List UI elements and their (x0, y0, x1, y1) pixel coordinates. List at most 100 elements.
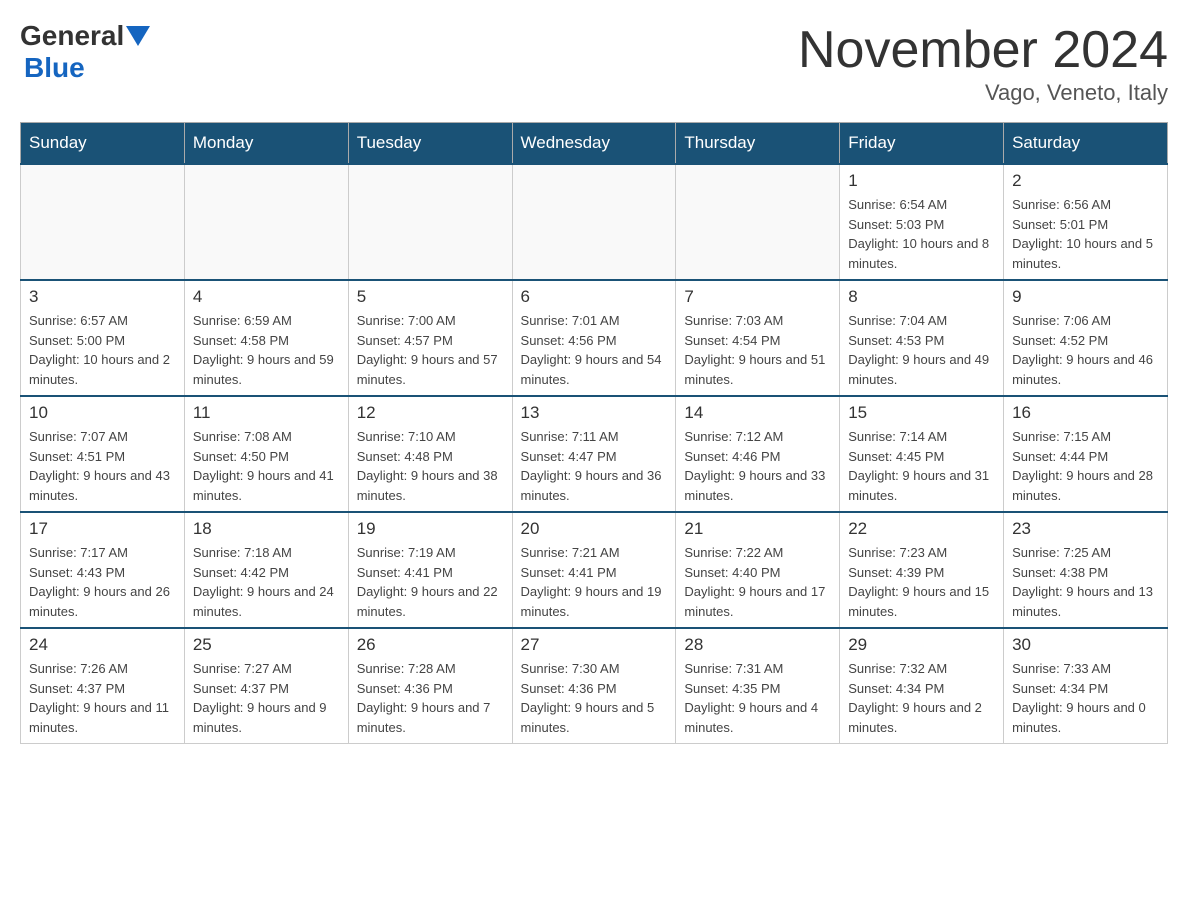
day-info: Sunrise: 7:31 AMSunset: 4:35 PMDaylight:… (684, 659, 831, 737)
logo-triangle-icon (126, 26, 150, 46)
day-number: 28 (684, 635, 831, 655)
day-info: Sunrise: 7:15 AMSunset: 4:44 PMDaylight:… (1012, 427, 1159, 505)
calendar-cell (21, 164, 185, 280)
weekday-header-wednesday: Wednesday (512, 123, 676, 165)
calendar-cell: 11 Sunrise: 7:08 AMSunset: 4:50 PMDayligh… (184, 396, 348, 512)
day-info: Sunrise: 7:26 AMSunset: 4:37 PMDaylight:… (29, 659, 176, 737)
day-info: Sunrise: 7:12 AMSunset: 4:46 PMDaylight:… (684, 427, 831, 505)
calendar-cell: 1 Sunrise: 6:54 AMSunset: 5:03 PMDaylight… (840, 164, 1004, 280)
day-info: Sunrise: 6:54 AMSunset: 5:03 PMDaylight:… (848, 195, 995, 273)
day-info: Sunrise: 7:28 AMSunset: 4:36 PMDaylight:… (357, 659, 504, 737)
day-info: Sunrise: 7:06 AMSunset: 4:52 PMDaylight:… (1012, 311, 1159, 389)
calendar-table: SundayMondayTuesdayWednesdayThursdayFrid… (20, 122, 1168, 744)
calendar-cell: 30 Sunrise: 7:33 AMSunset: 4:34 PMDayligh… (1004, 628, 1168, 744)
day-number: 20 (521, 519, 668, 539)
calendar-cell: 6 Sunrise: 7:01 AMSunset: 4:56 PMDaylight… (512, 280, 676, 396)
day-number: 30 (1012, 635, 1159, 655)
month-title: November 2024 (798, 20, 1168, 80)
day-info: Sunrise: 7:00 AMSunset: 4:57 PMDaylight:… (357, 311, 504, 389)
day-info: Sunrise: 6:56 AMSunset: 5:01 PMDaylight:… (1012, 195, 1159, 273)
calendar-cell: 16 Sunrise: 7:15 AMSunset: 4:44 PMDayligh… (1004, 396, 1168, 512)
day-info: Sunrise: 7:01 AMSunset: 4:56 PMDaylight:… (521, 311, 668, 389)
day-number: 13 (521, 403, 668, 423)
day-info: Sunrise: 7:17 AMSunset: 4:43 PMDaylight:… (29, 543, 176, 621)
day-number: 10 (29, 403, 176, 423)
day-number: 8 (848, 287, 995, 307)
day-number: 24 (29, 635, 176, 655)
day-info: Sunrise: 7:08 AMSunset: 4:50 PMDaylight:… (193, 427, 340, 505)
day-info: Sunrise: 7:14 AMSunset: 4:45 PMDaylight:… (848, 427, 995, 505)
weekday-header-saturday: Saturday (1004, 123, 1168, 165)
calendar-cell (512, 164, 676, 280)
calendar-cell: 3Sunrise: 6:57 AMSunset: 5:00 PMDaylight… (21, 280, 185, 396)
weekday-header-monday: Monday (184, 123, 348, 165)
day-info: Sunrise: 7:23 AMSunset: 4:39 PMDaylight:… (848, 543, 995, 621)
day-number: 23 (1012, 519, 1159, 539)
calendar-cell: 2Sunrise: 6:56 AMSunset: 5:01 PMDaylight… (1004, 164, 1168, 280)
logo-blue: Blue (24, 52, 85, 83)
day-info: Sunrise: 7:32 AMSunset: 4:34 PMDaylight:… (848, 659, 995, 737)
calendar-cell: 15 Sunrise: 7:14 AMSunset: 4:45 PMDayligh… (840, 396, 1004, 512)
weekday-header-sunday: Sunday (21, 123, 185, 165)
weekday-header-row: SundayMondayTuesdayWednesdayThursdayFrid… (21, 123, 1168, 165)
day-info: Sunrise: 7:18 AMSunset: 4:42 PMDaylight:… (193, 543, 340, 621)
day-number: 22 (848, 519, 995, 539)
calendar-cell: 21 Sunrise: 7:22 AMSunset: 4:40 PMDayligh… (676, 512, 840, 628)
calendar-cell: 27Sunrise: 7:30 AMSunset: 4:36 PMDayligh… (512, 628, 676, 744)
day-number: 25 (193, 635, 340, 655)
calendar-cell: 10 Sunrise: 7:07 AMSunset: 4:51 PMDayligh… (21, 396, 185, 512)
day-number: 6 (521, 287, 668, 307)
calendar-cell: 4Sunrise: 6:59 AMSunset: 4:58 PMDaylight… (184, 280, 348, 396)
week-row-5: 24 Sunrise: 7:26 AMSunset: 4:37 PMDayligh… (21, 628, 1168, 744)
day-number: 27 (521, 635, 668, 655)
day-number: 7 (684, 287, 831, 307)
day-info: Sunrise: 7:19 AMSunset: 4:41 PMDaylight:… (357, 543, 504, 621)
week-row-3: 10 Sunrise: 7:07 AMSunset: 4:51 PMDayligh… (21, 396, 1168, 512)
day-info: Sunrise: 7:25 AMSunset: 4:38 PMDaylight:… (1012, 543, 1159, 621)
day-number: 15 (848, 403, 995, 423)
day-number: 29 (848, 635, 995, 655)
day-info: Sunrise: 6:57 AMSunset: 5:00 PMDaylight:… (29, 311, 176, 389)
day-info: Sunrise: 7:03 AMSunset: 4:54 PMDaylight:… (684, 311, 831, 389)
calendar-cell: 19 Sunrise: 7:19 AMSunset: 4:41 PMDayligh… (348, 512, 512, 628)
day-number: 12 (357, 403, 504, 423)
day-info: Sunrise: 7:11 AMSunset: 4:47 PMDaylight:… (521, 427, 668, 505)
calendar-cell (676, 164, 840, 280)
calendar-cell: 8 Sunrise: 7:04 AMSunset: 4:53 PMDaylight… (840, 280, 1004, 396)
weekday-header-friday: Friday (840, 123, 1004, 165)
calendar-cell: 20 Sunrise: 7:21 AMSunset: 4:41 PMDayligh… (512, 512, 676, 628)
calendar-cell: 22 Sunrise: 7:23 AMSunset: 4:39 PMDayligh… (840, 512, 1004, 628)
logo-general: General (20, 20, 124, 52)
calendar-cell: 25Sunrise: 7:27 AMSunset: 4:37 PMDayligh… (184, 628, 348, 744)
week-row-1: 1 Sunrise: 6:54 AMSunset: 5:03 PMDaylight… (21, 164, 1168, 280)
day-number: 26 (357, 635, 504, 655)
location: Vago, Veneto, Italy (798, 80, 1168, 106)
week-row-4: 17Sunrise: 7:17 AMSunset: 4:43 PMDayligh… (21, 512, 1168, 628)
calendar-cell: 24 Sunrise: 7:26 AMSunset: 4:37 PMDayligh… (21, 628, 185, 744)
day-info: Sunrise: 7:33 AMSunset: 4:34 PMDaylight:… (1012, 659, 1159, 737)
calendar-cell: 7 Sunrise: 7:03 AMSunset: 4:54 PMDaylight… (676, 280, 840, 396)
calendar-cell: 28 Sunrise: 7:31 AMSunset: 4:35 PMDayligh… (676, 628, 840, 744)
day-number: 11 (193, 403, 340, 423)
day-number: 4 (193, 287, 340, 307)
day-info: Sunrise: 7:21 AMSunset: 4:41 PMDaylight:… (521, 543, 668, 621)
day-number: 19 (357, 519, 504, 539)
calendar-cell: 5Sunrise: 7:00 AMSunset: 4:57 PMDaylight… (348, 280, 512, 396)
day-number: 9 (1012, 287, 1159, 307)
calendar-cell: 14Sunrise: 7:12 AMSunset: 4:46 PMDayligh… (676, 396, 840, 512)
day-number: 21 (684, 519, 831, 539)
day-number: 16 (1012, 403, 1159, 423)
calendar-cell (348, 164, 512, 280)
weekday-header-tuesday: Tuesday (348, 123, 512, 165)
day-info: Sunrise: 7:10 AMSunset: 4:48 PMDaylight:… (357, 427, 504, 505)
day-number: 1 (848, 171, 995, 191)
calendar-cell: 13 Sunrise: 7:11 AMSunset: 4:47 PMDayligh… (512, 396, 676, 512)
day-info: Sunrise: 7:07 AMSunset: 4:51 PMDaylight:… (29, 427, 176, 505)
calendar-cell (184, 164, 348, 280)
day-number: 18 (193, 519, 340, 539)
weekday-header-thursday: Thursday (676, 123, 840, 165)
day-info: Sunrise: 7:22 AMSunset: 4:40 PMDaylight:… (684, 543, 831, 621)
day-info: Sunrise: 7:04 AMSunset: 4:53 PMDaylight:… (848, 311, 995, 389)
calendar-cell: 12 Sunrise: 7:10 AMSunset: 4:48 PMDayligh… (348, 396, 512, 512)
calendar-cell: 23 Sunrise: 7:25 AMSunset: 4:38 PMDayligh… (1004, 512, 1168, 628)
